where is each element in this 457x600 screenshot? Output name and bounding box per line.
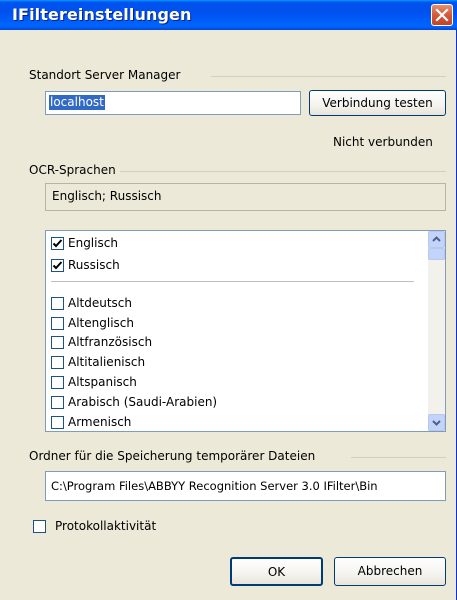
language-label: Russisch xyxy=(68,258,120,272)
language-label: Altitalienisch xyxy=(68,355,146,369)
language-label: Armenisch xyxy=(68,415,132,429)
scroll-thumb[interactable] xyxy=(428,248,445,260)
language-checkbox[interactable] xyxy=(51,259,64,272)
language-label: Altenglisch xyxy=(68,316,134,330)
language-label: Altdeutsch xyxy=(68,296,133,310)
language-checkbox[interactable] xyxy=(51,356,64,369)
language-label: Altfranzösisch xyxy=(68,335,153,349)
server-manager-group-divider xyxy=(211,76,446,77)
server-host-value: localhost xyxy=(49,95,105,110)
chevron-up-icon xyxy=(432,236,441,242)
temp-folder-group-divider xyxy=(351,457,446,458)
logging-label: Protokollaktivität xyxy=(55,519,157,533)
language-list-scrollbar[interactable] xyxy=(428,231,445,431)
selected-languages-summary: Englisch; Russisch xyxy=(52,189,162,203)
language-checkbox[interactable] xyxy=(51,416,64,429)
checkmark-icon xyxy=(52,261,63,270)
language-checkbox[interactable] xyxy=(51,237,64,250)
test-connection-button[interactable]: Verbindung testen xyxy=(309,90,446,116)
temp-folder-path: C:\Program Files\ABBYY Recognition Serve… xyxy=(51,479,378,493)
title-bar[interactable]: IFiltereinstellungen xyxy=(0,0,457,30)
logging-checkbox[interactable] xyxy=(33,520,46,533)
list-separator xyxy=(51,281,414,282)
scroll-down-button[interactable] xyxy=(428,414,445,431)
scroll-up-button[interactable] xyxy=(428,231,445,248)
ocr-group-divider xyxy=(120,171,446,172)
ocr-language-list[interactable]: Englisch Russisch Altdeutsch Altenglisch… xyxy=(45,230,446,432)
ocr-languages-group-label: OCR-Sprachen xyxy=(29,163,116,177)
language-label: Altspanisch xyxy=(68,375,137,389)
window-title: IFiltereinstellungen xyxy=(12,5,192,24)
language-checkbox[interactable] xyxy=(51,317,64,330)
ok-button[interactable]: OK xyxy=(230,557,323,586)
temp-folder-input[interactable]: C:\Program Files\ABBYY Recognition Serve… xyxy=(45,471,446,501)
chevron-down-icon xyxy=(432,420,441,426)
language-label: Englisch xyxy=(68,236,118,250)
language-checkbox[interactable] xyxy=(51,297,64,310)
checkmark-icon xyxy=(52,239,63,248)
server-host-input[interactable]: localhost xyxy=(45,91,301,115)
selected-languages-field: Englisch; Russisch xyxy=(45,183,446,211)
connection-status: Nicht verbunden xyxy=(333,135,433,149)
close-button[interactable] xyxy=(431,4,453,26)
server-manager-group-label: Standort Server Manager xyxy=(29,68,181,82)
language-checkbox[interactable] xyxy=(51,336,64,349)
temp-folder-group-label: Ordner für die Speicherung temporärer Da… xyxy=(29,449,316,463)
language-checkbox[interactable] xyxy=(51,396,64,409)
cancel-button[interactable]: Abbrechen xyxy=(334,557,446,586)
language-label: Arabisch (Saudi-Arabien) xyxy=(68,395,218,409)
close-icon xyxy=(435,8,449,22)
dialog-window: IFiltereinstellungen Standort Server Man… xyxy=(0,0,457,600)
language-checkbox[interactable] xyxy=(51,376,64,389)
